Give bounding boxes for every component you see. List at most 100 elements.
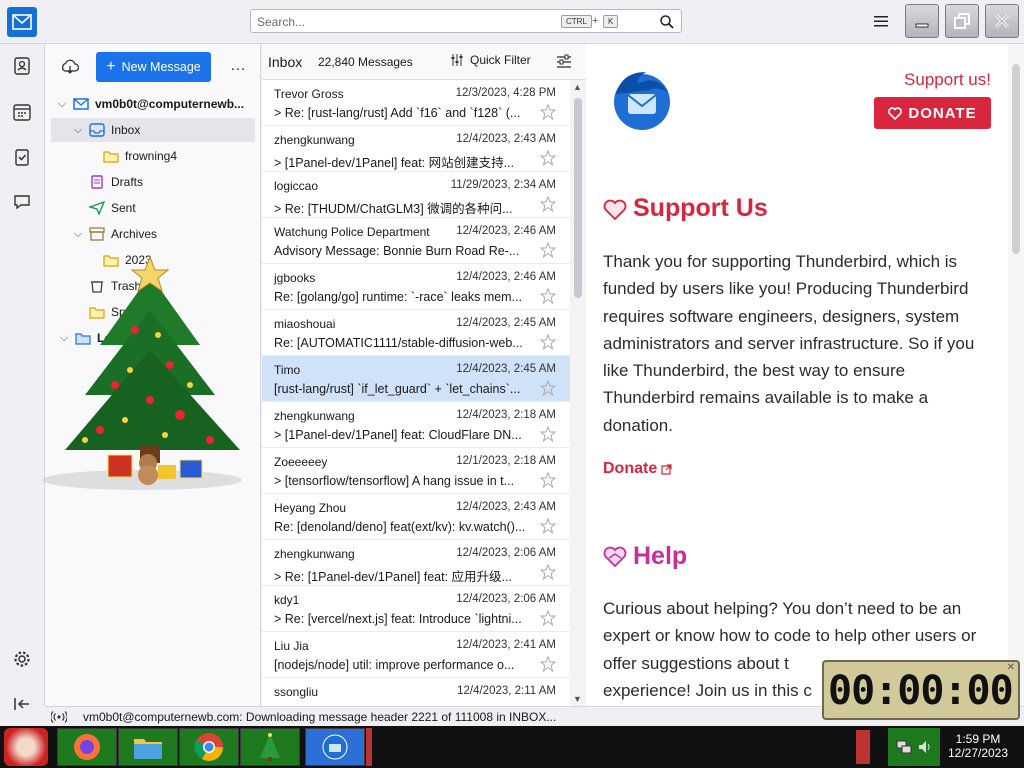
message-row[interactable]: logiccao 11/29/2023, 2:34 AM > Re: [THUDM/…	[262, 172, 570, 218]
message-subject: > [1Panel-dev/1Panel] feat: 网站创建支持...	[274, 152, 538, 171]
folder-pane-menu-button[interactable]: …	[230, 57, 246, 75]
thread-expand-icon[interactable]: >	[274, 202, 285, 216]
collapse-spaces-icon[interactable]	[12, 694, 32, 714]
thread-expand-icon[interactable]: >	[274, 106, 285, 120]
message-row[interactable]: ssongliu 12/4/2023, 2:11 AM	[262, 678, 570, 706]
close-icon[interactable]: ✕	[1007, 662, 1015, 673]
taskbar-christmas-tree[interactable]	[240, 728, 300, 766]
star-icon[interactable]	[540, 518, 556, 534]
christmas-tree-icon	[260, 733, 280, 761]
message-subject: > Re: [rust-lang/rust] Add `f16` and `f1…	[274, 106, 538, 120]
star-icon[interactable]	[540, 196, 556, 212]
restore-button[interactable]	[945, 4, 979, 38]
tasks-icon[interactable]	[12, 147, 32, 167]
star-icon[interactable]	[540, 380, 556, 396]
folder-sent[interactable]: Sent	[51, 196, 255, 220]
taskbar-chrome[interactable]	[179, 728, 239, 766]
close-button[interactable]	[985, 4, 1019, 38]
folder-title: Inbox	[268, 54, 303, 70]
message-row[interactable]: Liu Jia 12/4/2023, 2:41 AM [nodejs/node] u…	[262, 632, 570, 678]
thread-expand-icon[interactable]: >	[274, 612, 285, 626]
star-icon[interactable]	[540, 610, 556, 626]
star-icon[interactable]	[540, 426, 556, 442]
show-desktop-strip[interactable]	[856, 730, 870, 764]
account-row[interactable]: ⌵ vm0b0t@computernewb...	[55, 92, 259, 116]
message-date: 12/1/2023, 2:18 AM	[456, 455, 556, 467]
folder-archives[interactable]: ⌵ Archives	[51, 222, 255, 246]
star-icon[interactable]	[540, 656, 556, 672]
start-button-santa-icon[interactable]	[4, 728, 48, 766]
search-icon[interactable]	[659, 14, 675, 30]
scrollbar-thumb[interactable]	[574, 98, 582, 298]
new-message-button[interactable]: + New Message	[96, 52, 211, 82]
message-sender: zhengkunwang	[274, 133, 355, 147]
minimize-button[interactable]	[905, 4, 939, 38]
message-subject-text: [nodejs/node] util: improve performance …	[274, 658, 515, 672]
donate-link[interactable]: Donate	[603, 460, 672, 478]
message-row[interactable]: zhengkunwang 12/4/2023, 2:18 AM > [1Panel-…	[262, 402, 570, 448]
kbd-ctrl: CTRL	[561, 15, 592, 28]
list-display-options-icon[interactable]	[556, 54, 572, 70]
chat-icon[interactable]	[12, 192, 32, 212]
message-row[interactable]: jgbooks 12/4/2023, 2:46 AM Re: [golang/go]…	[262, 264, 570, 310]
christmas-tree-decoration	[42, 255, 242, 490]
message-row[interactable]: Trevor Gross 12/3/2023, 4:28 PM > Re: [rus…	[262, 80, 570, 126]
online-status-icon[interactable]	[51, 710, 67, 724]
message-row[interactable]: zhengkunwang 12/4/2023, 2:43 AM > [1Panel-…	[262, 126, 570, 172]
message-subject: Re: [denoland/deno] feat(ext/kv): kv.wat…	[274, 520, 538, 534]
heart-icon	[888, 106, 903, 120]
taskbar-thunderbird[interactable]	[305, 728, 365, 766]
message-row[interactable]: Watchung Police Department 12/4/2023, 2:4…	[262, 218, 570, 264]
message-row[interactable]: miaoshouai 12/4/2023, 2:45 AM Re: [AUTOMAT…	[262, 310, 570, 356]
thread-expand-icon[interactable]: >	[274, 428, 285, 442]
thread-expand-icon[interactable]: >	[274, 474, 285, 488]
mail-space-icon[interactable]	[7, 7, 37, 37]
scrollbar-thumb[interactable]	[1012, 64, 1020, 254]
message-sender: Trevor Gross	[274, 87, 344, 101]
clock[interactable]: 1:59 PM 12/27/2023	[944, 732, 1012, 760]
quick-filter-button[interactable]: Quick Filter	[450, 53, 531, 67]
donate-button[interactable]: DONATE	[874, 97, 991, 129]
message-sender: zhengkunwang	[274, 409, 355, 423]
message-row[interactable]: Timo 12/4/2023, 2:45 AM [rust-lang/rust] `…	[262, 356, 570, 402]
message-row[interactable]: zhengkunwang 12/4/2023, 2:06 AM > Re: [1Pa…	[262, 540, 570, 586]
app-menu-icon[interactable]	[872, 13, 890, 29]
message-row[interactable]: Heyang Zhou 12/4/2023, 2:43 AM Re: [denola…	[262, 494, 570, 540]
star-icon[interactable]	[540, 150, 556, 166]
calendar-icon[interactable]	[12, 102, 32, 122]
star-icon[interactable]	[540, 334, 556, 350]
inbox-icon	[89, 123, 105, 137]
timer-digits: 00:00:00	[828, 668, 1014, 714]
star-icon[interactable]	[540, 104, 556, 120]
taskbar: 1:59 PM 12/27/2023	[0, 726, 1024, 768]
chevron-down-icon: ⌵	[57, 97, 67, 110]
message-list-scrollbar[interactable]: ▲ ▼	[570, 80, 586, 706]
message-date: 12/4/2023, 2:43 AM	[456, 133, 556, 145]
taskbar-file-explorer[interactable]	[118, 728, 178, 766]
message-row[interactable]: Zoeeeeey 12/1/2023, 2:18 AM > [tensorflow/…	[262, 448, 570, 494]
thread-expand-icon[interactable]: >	[274, 156, 285, 170]
folder-inbox[interactable]: ⌵ Inbox	[51, 118, 255, 142]
folder-label: Archives	[111, 227, 158, 241]
system-tray[interactable]	[888, 728, 940, 766]
support-us-link[interactable]: Support us!	[904, 70, 991, 90]
star-icon[interactable]	[540, 242, 556, 258]
address-book-icon[interactable]	[12, 56, 32, 76]
folder-drafts[interactable]: Drafts	[51, 170, 255, 194]
settings-icon[interactable]	[12, 649, 32, 669]
get-messages-icon[interactable]	[61, 59, 79, 75]
star-icon[interactable]	[540, 288, 556, 304]
global-search-input[interactable]: Search... CTRL + K	[250, 9, 682, 33]
folder-frowning4[interactable]: frowning4	[51, 144, 255, 168]
heart-icon	[603, 199, 627, 221]
star-icon[interactable]	[540, 564, 556, 580]
clock-date: 12/27/2023	[947, 746, 1009, 760]
taskbar-firefox[interactable]	[57, 728, 117, 766]
star-icon[interactable]	[540, 472, 556, 488]
thread-expand-icon[interactable]: >	[274, 570, 285, 584]
message-row[interactable]: kdy1 12/4/2023, 2:06 AM > Re: [vercel/next…	[262, 586, 570, 632]
file-explorer-icon	[134, 739, 162, 759]
reading-pane-scrollbar[interactable]	[1008, 44, 1024, 706]
message-date: 12/4/2023, 2:06 AM	[456, 547, 556, 559]
message-sender: Liu Jia	[274, 639, 309, 653]
